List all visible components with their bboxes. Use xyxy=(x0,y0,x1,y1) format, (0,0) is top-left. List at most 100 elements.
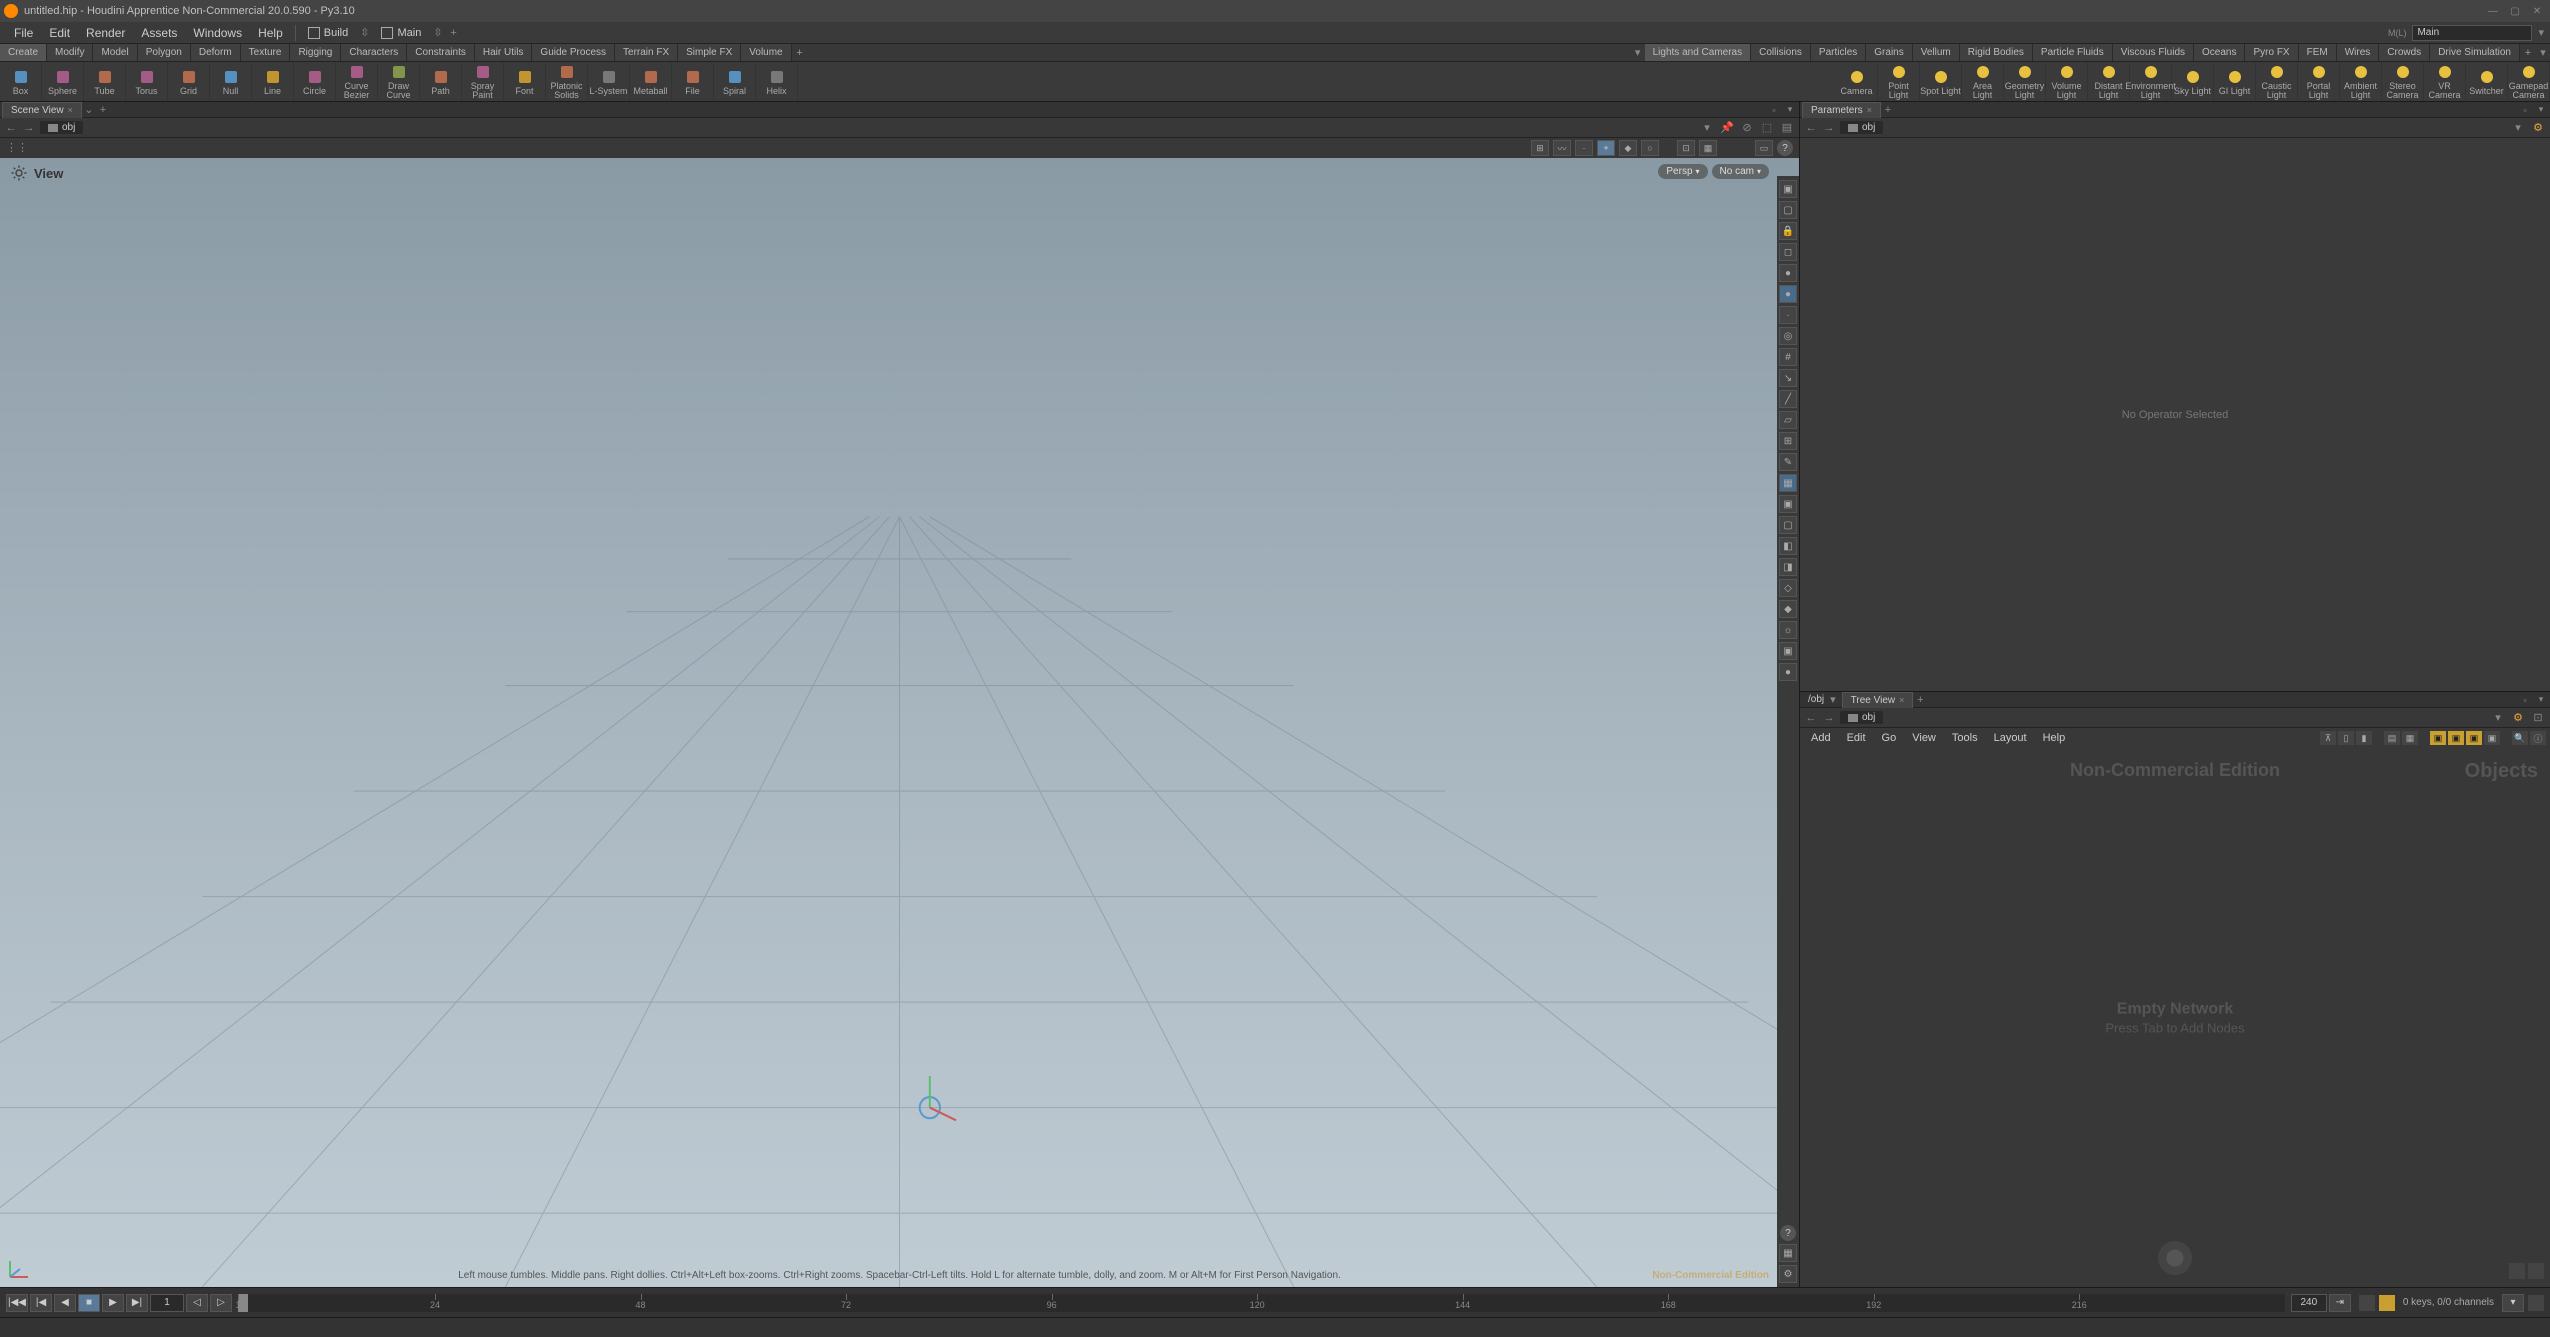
display-sel-button[interactable]: ▣ xyxy=(1779,495,1797,513)
menu-help[interactable]: Help xyxy=(250,22,291,44)
layout-main-button[interactable]: Main xyxy=(373,27,429,39)
prev-key-button[interactable]: |◀ xyxy=(30,1294,52,1312)
shelf-tool-spray-paint[interactable]: Spray Paint xyxy=(462,62,504,101)
pane-expand-button[interactable]: ▾ xyxy=(1783,104,1797,116)
display-shade-button[interactable]: ● xyxy=(1779,285,1797,303)
pane-pin-button[interactable]: ▫ xyxy=(2518,694,2532,706)
snap-curve-button[interactable]: 〰 xyxy=(1553,140,1571,156)
shelf-tab-volume[interactable]: Volume xyxy=(741,44,791,61)
shelf-tab-wires[interactable]: Wires xyxy=(2337,44,2380,61)
range-lock-button[interactable]: ⇥ xyxy=(2329,1294,2351,1312)
nav-back-button[interactable]: ← xyxy=(1804,711,1818,725)
display-ghost-button[interactable]: ◆ xyxy=(1779,600,1797,618)
display-hide-button[interactable]: ◇ xyxy=(1779,579,1797,597)
add-tab-icon[interactable]: + xyxy=(1913,694,1927,706)
main-search-input[interactable] xyxy=(2412,25,2532,41)
grip-icon[interactable]: ⋮⋮ xyxy=(6,141,20,155)
network-menu-view[interactable]: View xyxy=(1905,732,1943,744)
shelf-tab-particles[interactable]: Particles xyxy=(1811,44,1866,61)
close-tab-icon[interactable]: × xyxy=(1899,695,1904,705)
split-button[interactable]: ▤ xyxy=(1779,121,1795,135)
timeline-track[interactable]: 124487296120144168192216 xyxy=(238,1294,2285,1312)
shelf-tool-tube[interactable]: Tube xyxy=(84,62,126,101)
gear-icon[interactable]: ⚙ xyxy=(2510,711,2526,725)
shelf-tool-volume-light[interactable]: Volume Light xyxy=(2046,62,2088,101)
add-tab-icon[interactable]: + xyxy=(96,104,110,116)
shelf-tab-collisions[interactable]: Collisions xyxy=(1751,44,1811,61)
shelf-tab-simple-fx[interactable]: Simple FX xyxy=(678,44,741,61)
net-overview-button[interactable] xyxy=(2509,1263,2525,1279)
treeview-tab[interactable]: Tree View× xyxy=(1842,692,1914,708)
add-layout-button[interactable]: + xyxy=(447,26,461,40)
shelf-tool-portal-light[interactable]: Portal Light xyxy=(2298,62,2340,101)
display-uv-button[interactable]: ⊞ xyxy=(1779,432,1797,450)
shelf-tool-metaball[interactable]: Metaball xyxy=(630,62,672,101)
shelf-tab-rigid-bodies[interactable]: Rigid Bodies xyxy=(1960,44,2033,61)
shelf-tool-caustic-light[interactable]: Caustic Light xyxy=(2256,62,2298,101)
snap-prim-button[interactable]: ◆ xyxy=(1619,140,1637,156)
net-tool-4[interactable]: ▤ xyxy=(2384,731,2400,745)
shelf-tool-geometry-light[interactable]: Geometry Light xyxy=(2004,62,2046,101)
shelf-tab-particle-fluids[interactable]: Particle Fluids xyxy=(2033,44,2113,61)
network-menu-help[interactable]: Help xyxy=(2036,732,2073,744)
view-layout-button[interactable]: ⊡ xyxy=(1677,140,1695,156)
shelf-tool-gamepad-camera[interactable]: Gamepad Camera xyxy=(2508,62,2550,101)
net-tool-6[interactable]: ▣ xyxy=(2430,731,2446,745)
shelf-right-dropdown-button[interactable]: ▾ xyxy=(2536,44,2550,61)
expand-button[interactable]: ⬚ xyxy=(1759,121,1775,135)
nav-forward-button[interactable]: → xyxy=(22,121,36,135)
network-menu-layout[interactable]: Layout xyxy=(1987,732,2034,744)
display-light-button[interactable]: ☼ xyxy=(1779,621,1797,639)
shelf-tab-drive-simulation[interactable]: Drive Simulation xyxy=(2430,44,2520,61)
display-ortho-button[interactable]: ◻ xyxy=(1779,243,1797,261)
close-button[interactable]: ✕ xyxy=(2528,4,2546,18)
nav-back-button[interactable]: ← xyxy=(1804,121,1818,135)
display-loc-button[interactable]: ◎ xyxy=(1779,327,1797,345)
shelf-tool-environment-light[interactable]: Environment Light xyxy=(2130,62,2172,101)
viewport[interactable]: View Persp No cam ▣ ▢ 🔒 ◻ ● ● · ◎ # ↘ ╱ … xyxy=(0,158,1799,1287)
shelf-tool-distant-light[interactable]: Distant Light xyxy=(2088,62,2130,101)
global-anim-button[interactable] xyxy=(2528,1295,2544,1311)
shelf-tool-curve-bezier[interactable]: Curve Bezier xyxy=(336,62,378,101)
display-edge-button[interactable]: ╱ xyxy=(1779,390,1797,408)
net-info-button[interactable]: ⓘ xyxy=(2530,731,2546,745)
menu-edit[interactable]: Edit xyxy=(41,22,78,44)
tool-dropdown-icon[interactable]: ⌄ xyxy=(82,103,96,116)
snap-grid-button[interactable]: ⊞ xyxy=(1531,140,1549,156)
display-lock-button[interactable]: 🔒 xyxy=(1779,222,1797,240)
shelf-dropdown-button[interactable]: ▾ xyxy=(1631,44,1645,61)
display-mat-button[interactable]: ● xyxy=(1779,663,1797,681)
radial-menu-button[interactable] xyxy=(2158,1241,2192,1275)
maximize-button[interactable]: ▢ xyxy=(2506,4,2524,18)
autokey-button[interactable] xyxy=(2379,1295,2395,1311)
display-bg-button[interactable]: ◧ xyxy=(1779,537,1797,555)
shelf-tab-guide-process[interactable]: Guide Process xyxy=(532,44,615,61)
shelf-tool-helix[interactable]: Helix xyxy=(756,62,798,101)
pane-expand-button[interactable]: ▾ xyxy=(2534,694,2548,706)
snap-point-button[interactable]: · xyxy=(1575,140,1593,156)
shelf-tool-sky-light[interactable]: Sky Light xyxy=(2172,62,2214,101)
display-point-button[interactable]: · xyxy=(1779,306,1797,324)
shelf-tool-l-system[interactable]: L-System xyxy=(588,62,630,101)
range-end-button[interactable]: ▷ xyxy=(210,1294,232,1312)
display-sphere-button[interactable]: ● xyxy=(1779,264,1797,282)
shelf-tab-rigging[interactable]: Rigging xyxy=(290,44,341,61)
net-opts-button[interactable] xyxy=(2528,1263,2544,1279)
net-tool-5[interactable]: ▦ xyxy=(2402,731,2418,745)
shelf-tab-hair-utils[interactable]: Hair Utils xyxy=(475,44,533,61)
display-ref-button[interactable]: ▣ xyxy=(1779,180,1797,198)
first-frame-button[interactable]: |◀◀ xyxy=(6,1294,28,1312)
snap-multi-button[interactable]: ✦ xyxy=(1597,140,1615,156)
path-dropdown-button[interactable]: ▾ xyxy=(1699,121,1715,135)
shelf-tool-spot-light[interactable]: Spot Light xyxy=(1920,62,1962,101)
shelf-tool-ambient-light[interactable]: Ambient Light xyxy=(2340,62,2382,101)
pane-expand-button[interactable]: ▾ xyxy=(2534,104,2548,116)
shelf-tool-torus[interactable]: Torus xyxy=(126,62,168,101)
help-button[interactable]: ? xyxy=(1777,140,1793,156)
path-dropdown-button[interactable]: ▾ xyxy=(2490,711,2506,725)
shelf-tool-point-light[interactable]: Point Light xyxy=(1878,62,1920,101)
display-cplane-button[interactable]: ▢ xyxy=(1779,201,1797,219)
shelf-tool-sphere[interactable]: Sphere xyxy=(42,62,84,101)
view-split-button[interactable]: ▦ xyxy=(1699,140,1717,156)
menu-assets[interactable]: Assets xyxy=(133,22,185,44)
